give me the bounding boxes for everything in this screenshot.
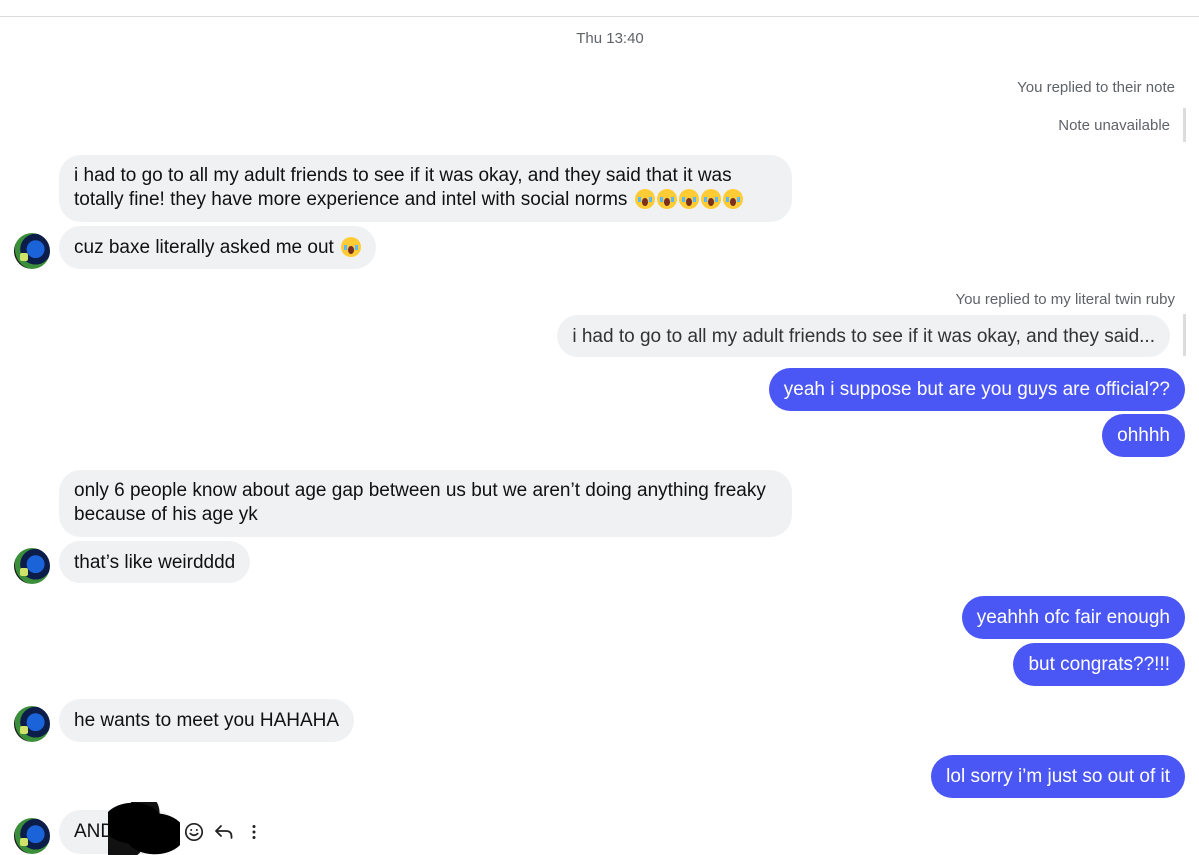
reply-context-label: You replied to their note bbox=[1017, 79, 1175, 96]
message-text: that’s like weirdddd bbox=[74, 552, 236, 573]
redaction-scribble bbox=[108, 802, 180, 855]
message-bubble-incoming[interactable]: only 6 people know about age gap between… bbox=[59, 470, 792, 537]
message-bubble-outgoing[interactable]: ohhhh bbox=[1102, 414, 1185, 457]
crying-face-icon bbox=[634, 189, 655, 209]
message-bubble-incoming[interactable]: i had to go to all my adult friends to s… bbox=[59, 155, 792, 222]
reply-context-label: You replied to my literal twin ruby bbox=[955, 291, 1175, 308]
conversation-timestamp: Thu 13:40 bbox=[576, 30, 644, 47]
smiley-icon bbox=[184, 822, 204, 842]
message-text-line: only 6 people know about age gap between… bbox=[74, 480, 766, 501]
reply-icon[interactable] bbox=[212, 820, 236, 844]
message-text: ohhhh bbox=[1117, 425, 1170, 446]
message-text: he wants to meet you HAHAHA bbox=[74, 710, 340, 731]
crying-face-icon bbox=[722, 189, 743, 209]
message-bubble-incoming[interactable]: that’s like weirdddd bbox=[59, 541, 251, 583]
message-text: but congrats??!!! bbox=[1028, 654, 1170, 675]
message-text-line: because of his age yk bbox=[74, 504, 258, 525]
avatar[interactable] bbox=[14, 818, 50, 854]
message-bubble-outgoing[interactable]: lol sorry i’m just so out of it bbox=[931, 755, 1185, 798]
message-text-line: totally fine! they have more experience … bbox=[74, 188, 777, 212]
react-icon[interactable] bbox=[182, 820, 206, 844]
message-bubble-incoming[interactable]: cuz baxe literally asked me out bbox=[59, 226, 377, 269]
avatar[interactable] bbox=[14, 706, 50, 742]
header-divider bbox=[0, 16, 1199, 17]
reply-quote-bar bbox=[1183, 314, 1186, 356]
quoted-message-text: i had to go to all my adult friends to s… bbox=[572, 326, 1155, 347]
message-bubble-incoming[interactable]: he wants to meet you HAHAHA bbox=[59, 699, 355, 742]
message-bubble-outgoing[interactable]: yeah i suppose but are you guys are offi… bbox=[768, 368, 1185, 411]
message-text: yeahhh ofc fair enough bbox=[976, 607, 1170, 628]
message-text: lol sorry i’m just so out of it bbox=[946, 766, 1170, 787]
quoted-note: Note unavailable bbox=[1058, 117, 1170, 134]
message-text-line: i had to go to all my adult friends to s… bbox=[74, 165, 732, 186]
reply-quote-bar bbox=[1183, 108, 1186, 142]
message-text: yeah i suppose but are you guys are offi… bbox=[783, 379, 1170, 400]
message-bubble-outgoing[interactable]: yeahhh ofc fair enough bbox=[961, 596, 1185, 639]
reply-arrow-icon bbox=[215, 825, 233, 839]
message-text: cuz baxe literally asked me out bbox=[74, 237, 334, 258]
avatar[interactable] bbox=[14, 233, 50, 269]
crying-face-icon bbox=[656, 189, 677, 209]
crying-face-icon bbox=[678, 189, 699, 209]
crying-face-icon bbox=[700, 189, 721, 209]
avatar[interactable] bbox=[14, 548, 50, 584]
quoted-message[interactable]: i had to go to all my adult friends to s… bbox=[557, 315, 1170, 357]
crying-face-icon bbox=[341, 237, 362, 257]
more-icon[interactable] bbox=[242, 820, 266, 844]
message-bubble-outgoing[interactable]: but congrats??!!! bbox=[1013, 643, 1185, 686]
vertical-dots-icon bbox=[252, 825, 256, 839]
